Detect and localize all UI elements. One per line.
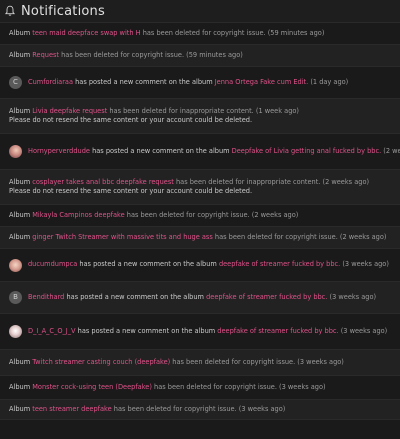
bell-icon [4,5,16,17]
warning-text: Please do not resend the same content or… [9,116,253,124]
album-link[interactable]: Deepfake of Livia getting anal fucked by… [232,147,382,155]
avatar[interactable]: B [9,291,22,304]
page-title: Notifications [21,3,105,19]
notification-item: Album Request has been deleted for copyr… [0,45,400,67]
notification-item: Album teen streamer deepfake has been de… [0,400,400,420]
notification-item: C Cumfordiaraa has posted a new comment … [0,67,400,99]
album-link[interactable]: Monster cock-using teen (Deepfake) [32,383,152,391]
user-link[interactable]: Cumfordiaraa [28,78,73,86]
notification-item: Album Livia deepfake request has been de… [0,99,400,134]
notification-item: B Bendithard has posted a new comment on… [0,282,400,314]
notification-item: Hornyperverddude has posted a new commen… [0,134,400,170]
notification-item: D_I_A_C_O_J_V has posted a new comment o… [0,314,400,350]
avatar[interactable] [9,258,22,272]
user-link[interactable]: D_I_A_C_O_J_V [28,327,76,335]
album-link[interactable]: deepfake of streamer fucked by bbc. [217,327,338,335]
notification-item: Album Mikayla Campinos deepfake has been… [0,205,400,227]
warning-text: Please do not resend the same content or… [9,187,253,195]
notification-item: Album Twitch streamer casting couch (dee… [0,350,400,376]
album-link[interactable]: deepfake of streamer fucked by bbc. [206,293,327,301]
notifications-list: Album teen maid deepface swap with H has… [0,23,400,420]
avatar[interactable]: C [9,76,22,89]
album-link[interactable]: Jenna Ortega Fake cum Edit. [215,78,309,86]
avatar[interactable] [9,145,22,158]
notification-item: Album ginger Twitch Streamer with massiv… [0,227,400,249]
user-link[interactable]: Bendithard [28,293,64,301]
album-link[interactable]: cosplayer takes anal bbc deepfake reques… [32,178,174,186]
avatar[interactable] [9,325,22,338]
notification-item: ducumdumpca has posted a new comment on … [0,249,400,282]
notifications-header: Notifications [0,0,400,23]
album-link[interactable]: Livia deepfake request [32,107,107,115]
user-link[interactable]: Hornyperverddude [28,147,90,155]
notification-item: Album cosplayer takes anal bbc deepfake … [0,170,400,205]
notifications-page: Notifications Album teen maid deepface s… [0,0,400,439]
album-link[interactable]: teen maid deepface swap with H [32,29,140,37]
user-link[interactable]: ducumdumpca [28,260,77,268]
album-link[interactable]: Request [32,51,59,59]
notification-item: Album teen maid deepface swap with H has… [0,23,400,45]
album-link[interactable]: ginger Twitch Streamer with massive tits… [32,233,213,241]
album-link[interactable]: deepfake of streamer fucked by bbc. [219,260,340,268]
album-link[interactable]: Mikayla Campinos deepfake [32,211,124,219]
notification-item: Album Monster cock-using teen (Deepfake)… [0,376,400,400]
album-link[interactable]: teen streamer deepfake [32,405,111,413]
album-link[interactable]: Twitch streamer casting couch (deepfake) [32,358,170,366]
